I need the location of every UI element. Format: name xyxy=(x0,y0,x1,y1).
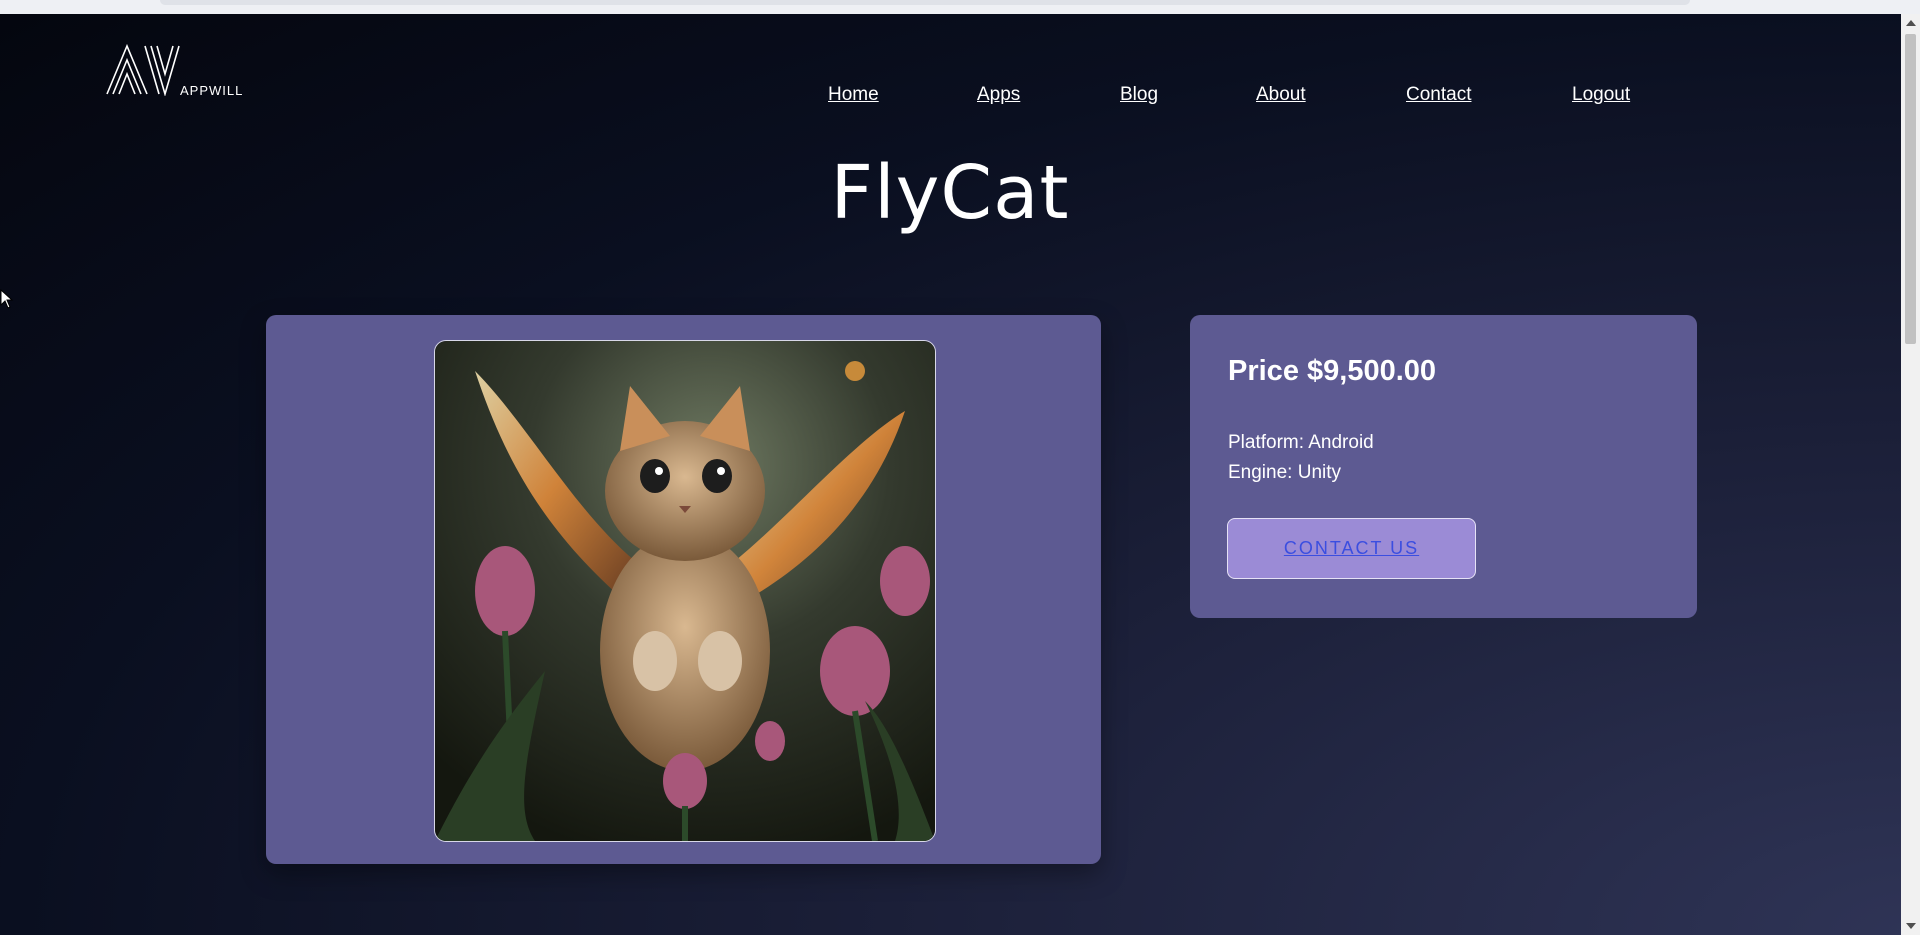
product-price: Price $9,500.00 xyxy=(1228,355,1437,387)
contact-us-button[interactable]: CONTACT US xyxy=(1227,518,1476,579)
page-title: FlyCat xyxy=(830,150,1070,236)
main-nav: Home Apps Blog About Contact Logout xyxy=(0,84,1900,114)
nav-logout[interactable]: Logout xyxy=(1572,84,1630,106)
nav-home[interactable]: Home xyxy=(828,84,879,106)
browser-top-bar xyxy=(0,0,1920,14)
mouse-cursor-icon xyxy=(0,289,14,309)
scroll-down-arrow-icon[interactable] xyxy=(1906,923,1916,929)
scrollbar-thumb[interactable] xyxy=(1905,34,1916,344)
flying-cat-image xyxy=(434,340,936,842)
vertical-scrollbar[interactable] xyxy=(1901,14,1920,935)
scroll-up-arrow-icon[interactable] xyxy=(1906,20,1916,26)
browser-address-strip xyxy=(160,0,1690,5)
nav-contact[interactable]: Contact xyxy=(1406,84,1471,106)
product-platform: Platform: Android xyxy=(1228,432,1374,453)
nav-blog[interactable]: Blog xyxy=(1120,84,1158,106)
product-engine: Engine: Unity xyxy=(1228,462,1342,483)
nav-about[interactable]: About xyxy=(1256,84,1306,106)
nav-apps[interactable]: Apps xyxy=(977,84,1020,106)
